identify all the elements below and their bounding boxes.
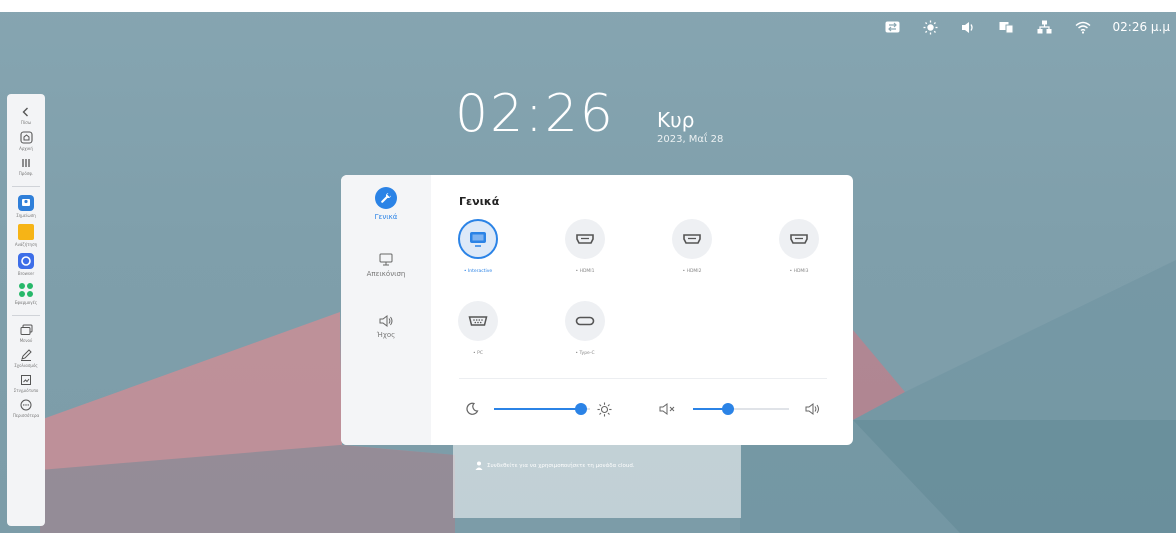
brightness-fill — [494, 408, 581, 410]
annotate-pen-icon — [21, 349, 32, 361]
cloud-login-card[interactable]: Συνδεθείτε για να χρησιμοποιήσετε τη μον… — [453, 445, 741, 518]
source-label: • Type-C — [575, 351, 595, 356]
hdmi-port-icon — [779, 219, 819, 259]
sidebar-item-label: Εφαρμογές — [14, 300, 38, 305]
sidebar-item-windows[interactable]: Μενού — [20, 324, 33, 343]
sidebar-item-label: Μενού — [19, 338, 33, 343]
sidebar-item-label: Πρόσφ. — [18, 171, 34, 176]
sidebar-item-browser[interactable]: Browser — [18, 253, 34, 276]
source-hdmi1[interactable]: • HDMI1 — [550, 219, 620, 274]
chevron-left-icon — [22, 107, 28, 117]
sidebar-item-files[interactable]: Ανάζήτηση — [15, 224, 37, 247]
source-label: • PC — [473, 351, 483, 356]
brightness-knob[interactable] — [574, 403, 587, 415]
sidebar-item-label: Browser — [17, 271, 35, 276]
source-label: • Interactive — [463, 269, 493, 274]
sidebar-item-apps[interactable]: Εφαρμογές — [15, 282, 37, 305]
sidebar-item-annotate[interactable]: Σχολιασμός — [14, 349, 38, 368]
status-time: 02:26 μ.μ — [1112, 20, 1170, 34]
clock-date: 2023, Μαΐ 28 — [657, 134, 724, 145]
hdmi-port-icon — [565, 219, 605, 259]
windows-icon — [20, 324, 32, 335]
apps-grid-icon — [19, 283, 33, 297]
hdmi-port-icon — [672, 219, 712, 259]
source-hdmi3[interactable]: • HDMI3 — [764, 219, 834, 274]
tab-display[interactable]: Απεικόνιση — [341, 253, 431, 278]
clock-time: 02:26 — [455, 84, 615, 144]
vga-port-icon — [458, 301, 498, 341]
tab-display-label: Απεικόνιση — [366, 270, 406, 278]
settings-nav: Γενικά Απεικόνιση Ήχος — [341, 175, 431, 445]
sidebar-item-label: Πίσω — [20, 120, 32, 125]
browser-app-icon — [18, 253, 34, 269]
sidebar-item-label: Ανάζήτηση — [14, 242, 38, 247]
brightness-icon[interactable] — [923, 20, 939, 34]
whiteboard-app-icon — [17, 195, 34, 211]
home-icon — [19, 131, 33, 144]
source-label: • HDMI3 — [789, 269, 809, 274]
source-label: • HDMI1 — [575, 269, 595, 274]
screen-share-icon[interactable] — [999, 20, 1015, 34]
speaker-loud-icon — [805, 403, 819, 415]
sidebar-item-label: Σχολιασμός — [14, 363, 38, 368]
wrench-icon — [375, 187, 397, 209]
status-bar: 02:26 μ.μ — [885, 20, 1170, 34]
sidebar-item-label: Περισσότερα — [12, 413, 40, 418]
input-source-icon[interactable] — [885, 20, 901, 34]
folder-app-icon — [18, 224, 34, 240]
recent-apps-icon — [22, 159, 30, 167]
panel-title: Γενικά — [459, 195, 500, 208]
user-icon — [475, 461, 483, 470]
speaker-icon — [379, 315, 393, 327]
sidebar-divider — [12, 315, 40, 316]
screen-icon — [458, 219, 498, 259]
clock-day: Κυρ — [657, 108, 695, 132]
source-type-c[interactable]: • Type-C — [550, 301, 620, 356]
source-label: • HDMI2 — [682, 269, 702, 274]
tab-sound[interactable]: Ήχος — [341, 315, 431, 339]
cloud-login-message: Συνδεθείτε για να χρησιμοποιήσετε τη μον… — [487, 463, 635, 469]
sidebar-item-label: Αρχική — [19, 146, 33, 151]
panel-divider — [459, 378, 827, 379]
sidebar-item-label: Στιγμιότυπο — [13, 388, 39, 393]
sun-icon — [597, 402, 612, 417]
date-block: Κυρ 2023, Μαΐ 28 — [657, 108, 723, 145]
tab-general-label: Γενικά — [374, 213, 398, 221]
volume-slider[interactable] — [693, 403, 789, 415]
source-interactive[interactable]: • Interactive — [443, 219, 513, 274]
sidebar-item-more[interactable]: Περισσότερα — [13, 399, 39, 418]
volume-icon[interactable] — [961, 20, 977, 34]
sidebar-divider — [12, 186, 40, 187]
quick-settings-panel: Γενικά Απεικόνιση Ήχος Γενικά • Interact… — [341, 175, 853, 445]
screenshot-icon — [21, 375, 31, 385]
network-icon[interactable] — [1037, 20, 1053, 34]
tab-sound-label: Ήχος — [376, 331, 396, 339]
more-icon — [20, 399, 32, 411]
brightness-slider[interactable] — [494, 403, 590, 415]
source-hdmi2[interactable]: • HDMI2 — [657, 219, 727, 274]
sidebar-item-home[interactable]: Αρχική — [19, 131, 33, 151]
sidebar-item-whiteboard[interactable]: Σημείωση — [16, 195, 36, 218]
tab-general[interactable]: Γενικά — [341, 187, 431, 221]
sidebar-item-label: Σημείωση — [16, 213, 36, 218]
sidebar-item-recent[interactable]: Πρόσφ. — [19, 157, 33, 176]
moon-icon — [466, 402, 479, 415]
sidebar: Πίσω Αρχική Πρόσφ. Σημείωση Ανάζήτηση Br… — [7, 94, 45, 526]
volume-knob[interactable] — [722, 403, 735, 415]
sidebar-item-screenshot[interactable]: Στιγμιότυπο — [13, 374, 39, 393]
mute-icon — [659, 403, 675, 415]
sidebar-item-back[interactable]: Πίσω — [20, 106, 32, 125]
usb-c-port-icon — [565, 301, 605, 341]
source-pc[interactable]: • PC — [443, 301, 513, 356]
monitor-icon — [379, 253, 393, 266]
wifi-icon[interactable] — [1075, 20, 1091, 34]
